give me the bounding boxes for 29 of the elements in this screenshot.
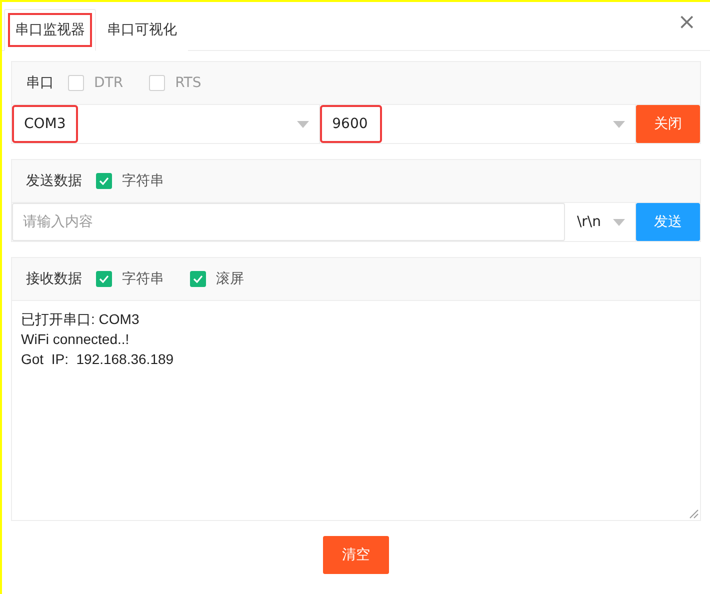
checkbox-label[interactable]: 滚屏: [216, 270, 244, 288]
checkmark-icon: [99, 177, 109, 185]
section-label: 发送数据: [26, 172, 82, 190]
checkmark-icon: [99, 275, 109, 283]
caret-icon: [613, 120, 625, 128]
caret-icon: [297, 120, 310, 128]
resize-grip-icon[interactable]: [689, 509, 699, 519]
output-line: Got IP: 192.168.36.189: [21, 350, 175, 369]
caret-icon: [613, 218, 625, 226]
input-field[interactable]: 请输入内容: [12, 203, 565, 241]
close-button[interactable]: ×: [678, 12, 696, 34]
section-label: 串口: [26, 74, 54, 92]
checkmark-icon: [193, 275, 203, 283]
checkbox[interactable]: [149, 75, 166, 91]
tab[interactable]: 串口监视器: [4, 9, 96, 51]
section-label: 接收数据: [26, 270, 82, 288]
checkbox[interactable]: [96, 173, 112, 189]
select-value: COM3: [12, 105, 78, 143]
baud-select[interactable]: 9600: [320, 105, 636, 143]
checkbox-label[interactable]: 字符串: [122, 270, 164, 288]
checkbox[interactable]: [96, 271, 112, 287]
select-value: \r\n: [576, 213, 602, 232]
port-select[interactable]: COM3: [12, 105, 320, 143]
checkbox[interactable]: [68, 75, 84, 91]
checkbox-label[interactable]: 字符串: [122, 172, 164, 190]
output-line: WiFi connected..!: [21, 330, 130, 349]
checkbox[interactable]: [190, 271, 206, 287]
select-value: 9600: [320, 105, 382, 143]
output-line: 已打开串口: COM3: [21, 310, 140, 329]
